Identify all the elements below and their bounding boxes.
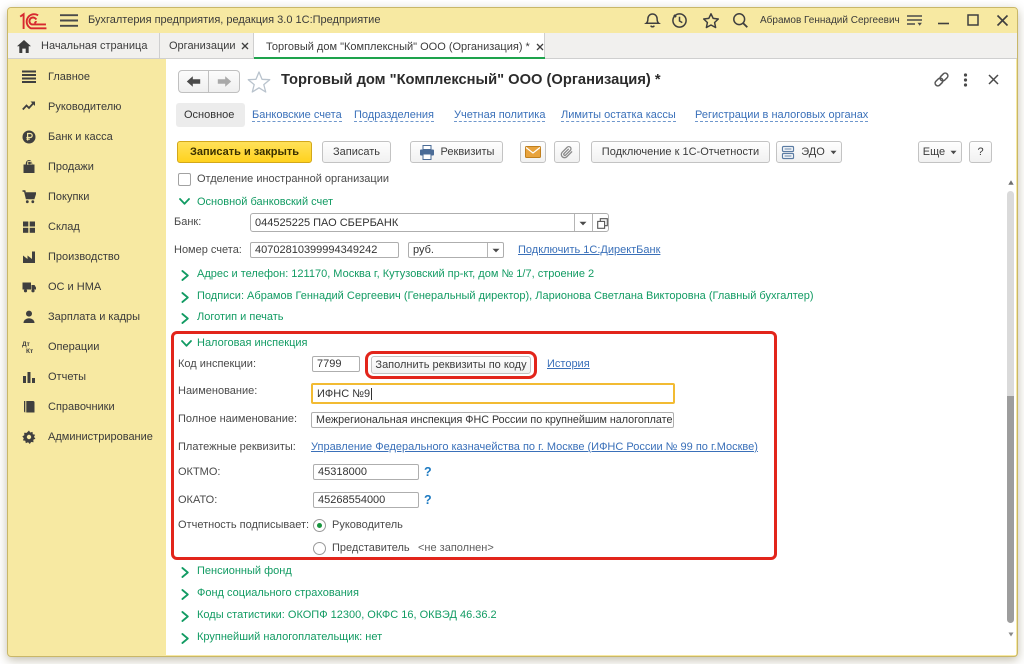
svg-text:Кт: Кт <box>26 348 33 354</box>
svg-text:Дт: Дт <box>22 341 30 348</box>
